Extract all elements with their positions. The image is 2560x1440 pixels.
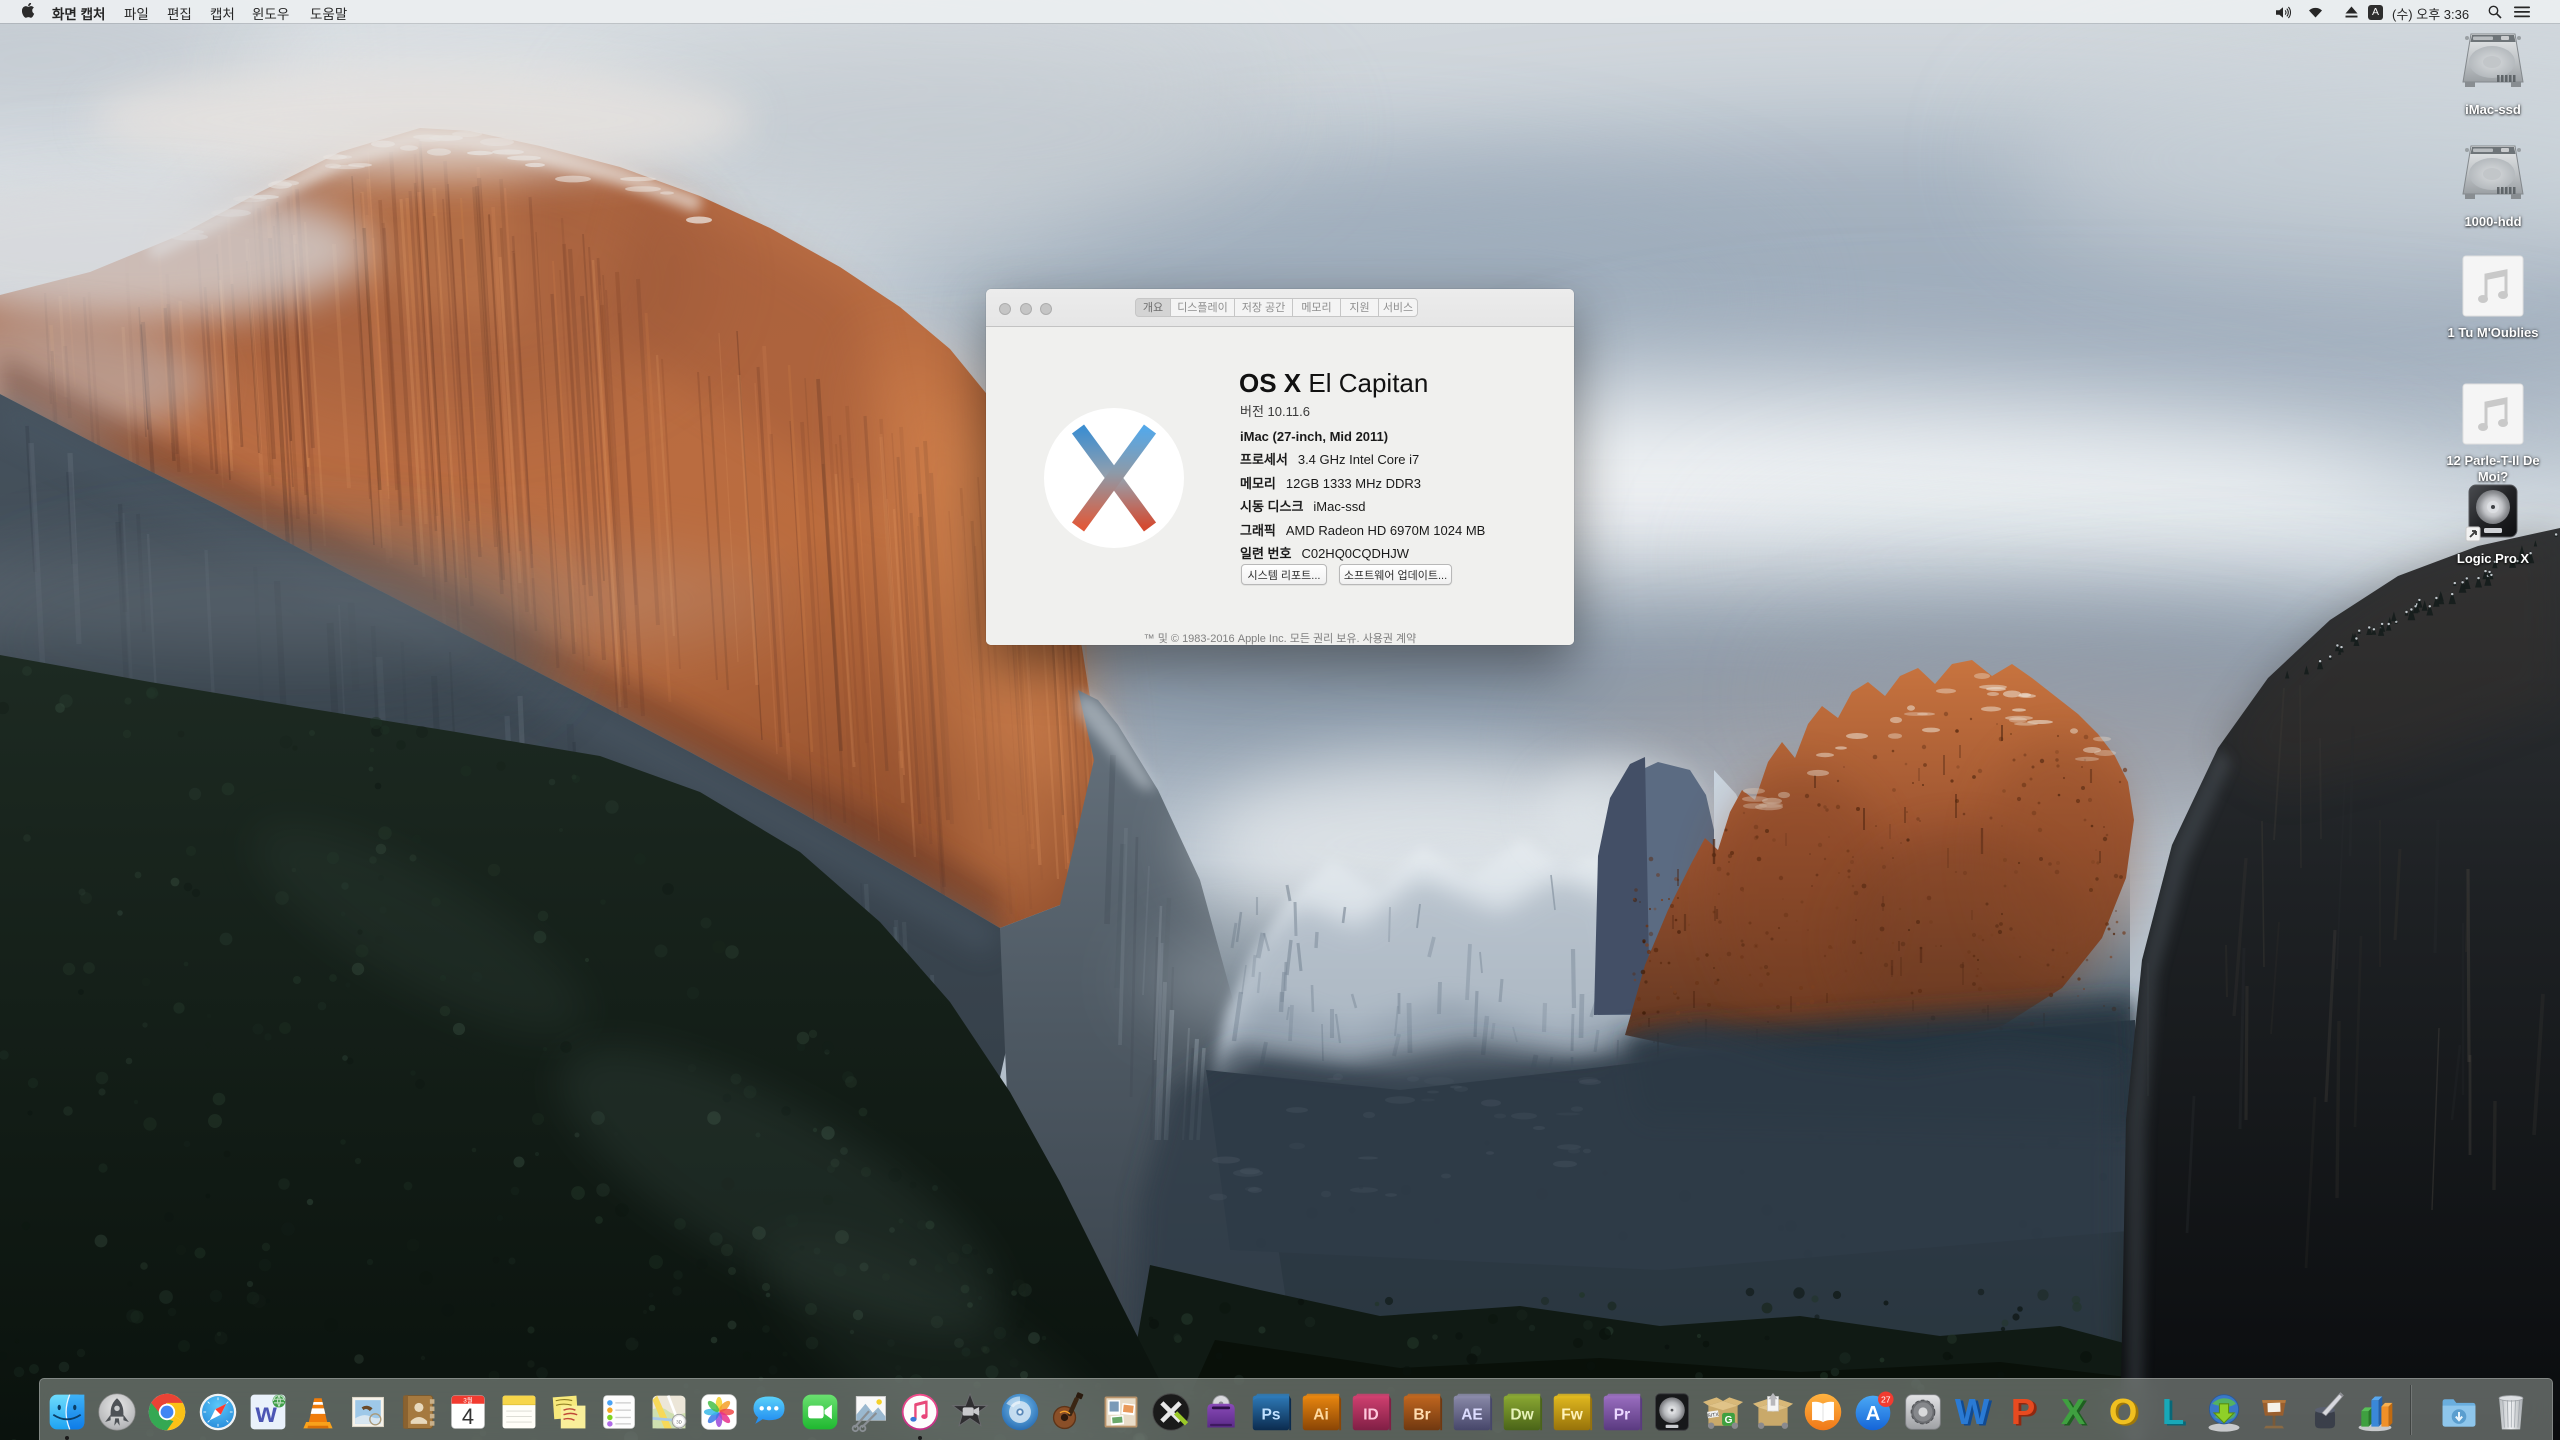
svg-text:P: P — [2011, 1391, 2035, 1432]
svg-text:27: 27 — [1881, 1394, 1891, 1404]
svg-text:G: G — [1725, 1415, 1733, 1426]
svg-text:A: A — [1866, 1403, 1881, 1425]
svg-text:O: O — [2109, 1391, 2137, 1432]
svg-text:Br: Br — [1413, 1406, 1430, 1423]
svg-text:4: 4 — [462, 1404, 474, 1429]
svg-text:L: L — [2162, 1391, 2184, 1432]
svg-text:Fw: Fw — [1561, 1406, 1583, 1423]
svg-text:Pr: Pr — [1614, 1406, 1630, 1423]
svg-text:Ps: Ps — [1262, 1406, 1281, 1423]
svg-text:Ai: Ai — [1313, 1406, 1329, 1423]
svg-text:W: W — [1955, 1391, 1990, 1432]
svg-text:3D: 3D — [676, 1419, 683, 1424]
svg-text:ID: ID — [1363, 1406, 1379, 1423]
svg-text:Dw: Dw — [1510, 1406, 1534, 1423]
svg-text:AE: AE — [1461, 1406, 1483, 1423]
svg-text:X: X — [2061, 1391, 2086, 1432]
